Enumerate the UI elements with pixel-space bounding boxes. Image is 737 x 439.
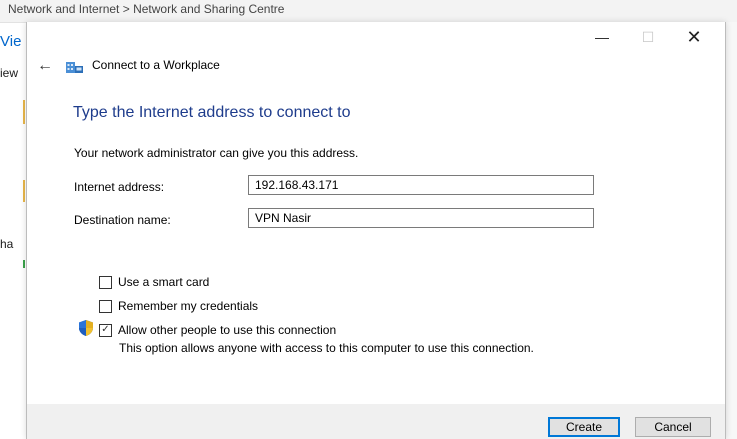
remember-credentials-label: Remember my credentials — [118, 299, 259, 313]
remember-credentials-option[interactable]: Remember my credentials — [99, 299, 258, 313]
internet-address-input[interactable] — [248, 175, 594, 195]
maximize-button[interactable]: ☐ — [625, 22, 671, 52]
allow-others-note: This option allows anyone with access to… — [119, 341, 534, 355]
network-connection-icon — [66, 62, 83, 73]
background-fragment-ha: ha — [0, 237, 14, 251]
dialog-footer: Create Cancel — [27, 404, 725, 439]
background-fragment-iew: iew — [0, 66, 19, 80]
background-breadcrumb: Network and Internet > Network and Shari… — [8, 2, 285, 16]
allow-others-option[interactable]: ✓ Allow other people to use this connect… — [99, 323, 336, 337]
close-button[interactable]: ✕ — [671, 22, 717, 52]
description-text: Your network administrator can give you … — [74, 146, 359, 160]
navigation-row: ← Connect to a Workplace — [27, 52, 725, 82]
cancel-button[interactable]: Cancel — [635, 417, 711, 437]
uac-shield-icon — [79, 320, 93, 336]
smart-card-label: Use a smart card — [118, 275, 210, 289]
allow-others-checkbox[interactable]: ✓ — [99, 323, 112, 337]
dialog-title: Connect to a Workplace — [92, 58, 220, 72]
create-button[interactable]: Create — [548, 417, 620, 437]
background-fragment-view: Vie — [0, 33, 22, 50]
back-arrow-icon[interactable]: ← — [34, 55, 56, 77]
smart-card-option[interactable]: Use a smart card — [99, 275, 209, 289]
background-accent-bar — [23, 180, 25, 202]
remember-credentials-checkbox[interactable] — [99, 299, 112, 313]
minimize-button[interactable]: — — [579, 22, 625, 52]
title-bar: — ☐ ✕ — [27, 22, 725, 52]
connect-to-workplace-dialog: — ☐ ✕ ← Connect to a Workplace Type the … — [26, 22, 726, 439]
page-heading: Type the Internet address to connect to — [73, 104, 351, 121]
allow-others-label: Allow other people to use this connectio… — [118, 323, 337, 337]
destination-name-label: Destination name: — [74, 213, 171, 227]
background-accent-bar — [23, 260, 25, 268]
background-accent-bar — [23, 100, 25, 124]
background-window-header: Network and Internet > Network and Shari… — [0, 0, 737, 23]
destination-name-input[interactable] — [248, 208, 594, 228]
internet-address-label: Internet address: — [74, 180, 165, 194]
smart-card-checkbox[interactable] — [99, 275, 112, 289]
